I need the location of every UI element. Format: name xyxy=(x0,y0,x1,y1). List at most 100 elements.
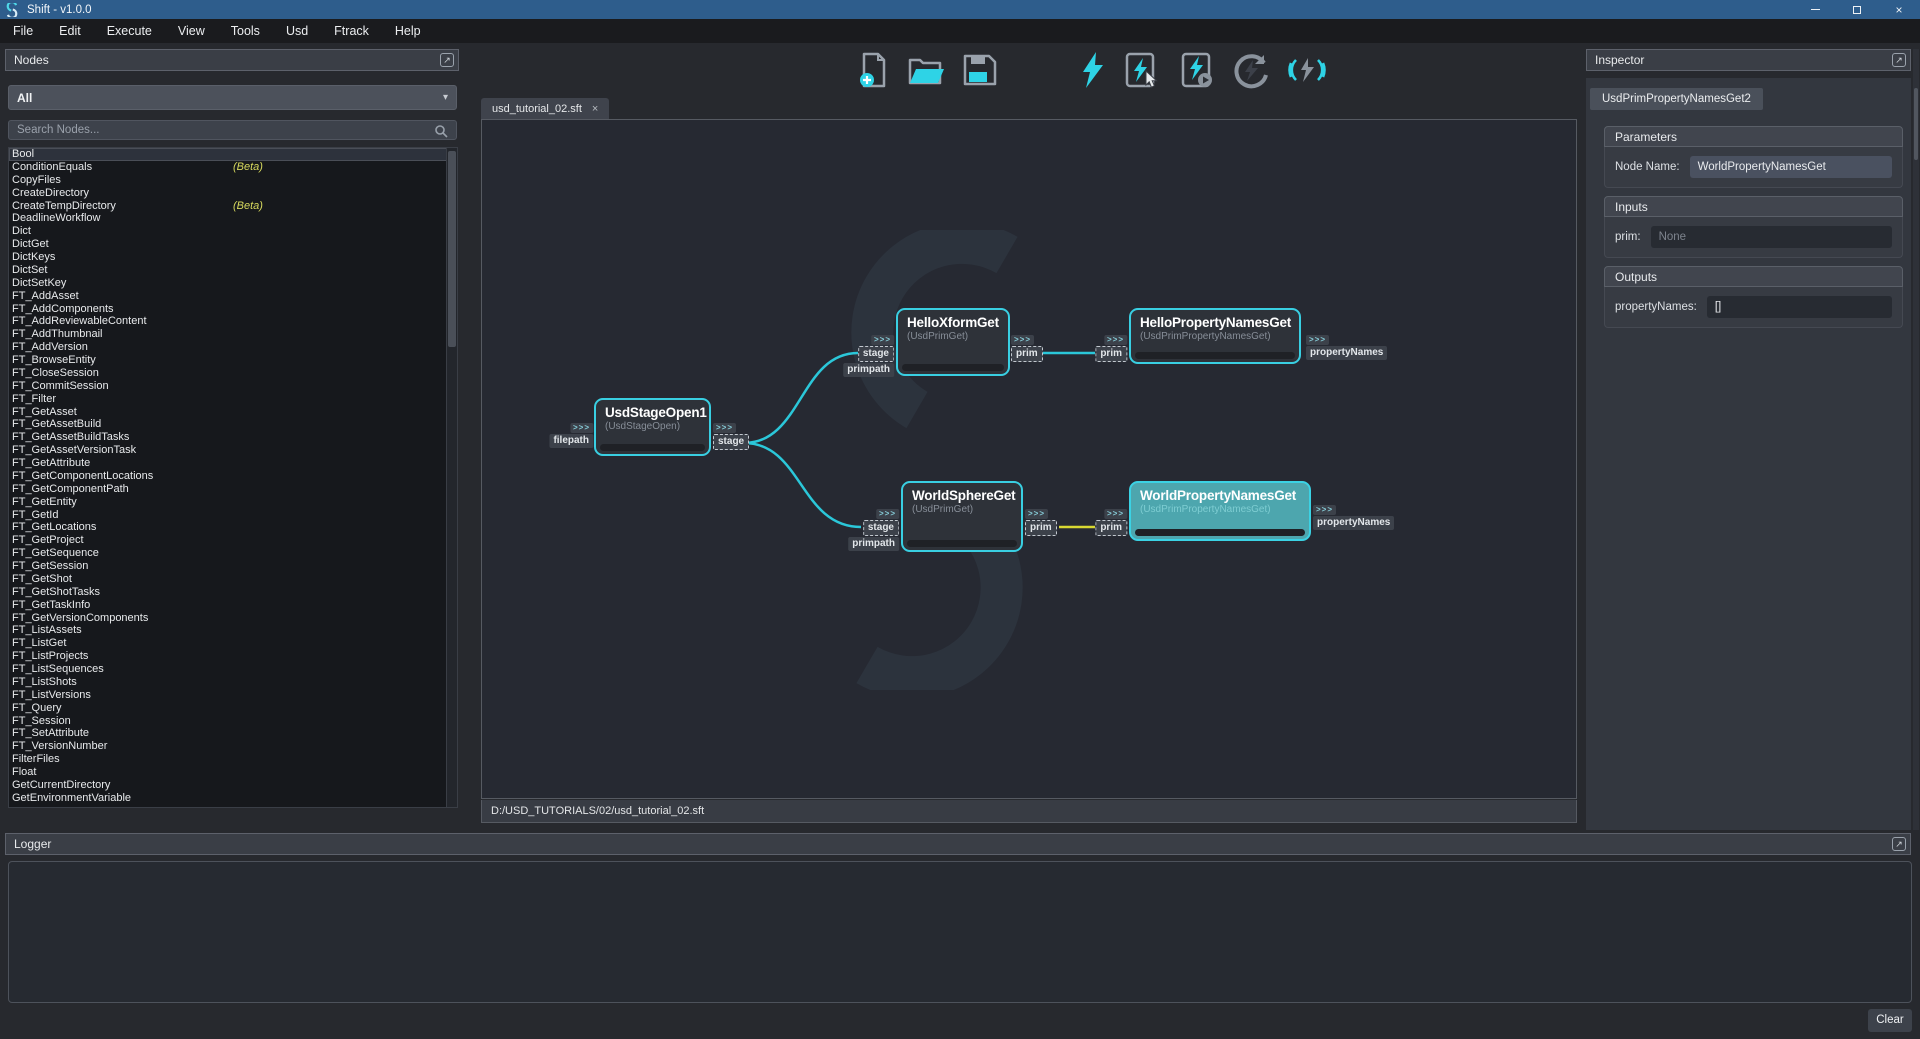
save-graph-button[interactable] xyxy=(958,50,1000,90)
scrollbar-thumb[interactable] xyxy=(448,151,456,347)
graph-node-worldpropertynamesget-selected[interactable]: WorldPropertyNamesGet (UsdPrimPropertyNa… xyxy=(1129,481,1311,541)
node-type-item[interactable]: FT_ListProjects xyxy=(9,650,457,663)
menu-item-usd[interactable]: Usd xyxy=(273,19,321,43)
node-type-item[interactable]: FT_GetSequence xyxy=(9,547,457,560)
node-type-item[interactable]: FT_GetComponentPath xyxy=(9,483,457,496)
node-type-item[interactable]: FT_SetAttribute xyxy=(9,727,457,740)
node-type-item[interactable]: DictSetKey xyxy=(9,277,457,290)
execute-button[interactable] xyxy=(1072,50,1114,90)
node-type-item[interactable]: FT_Session xyxy=(9,715,457,728)
node-type-item[interactable]: FT_AddReviewableContent xyxy=(9,315,457,328)
scrollbar-thumb[interactable] xyxy=(1914,88,1918,160)
node-type-item[interactable]: FilterFiles xyxy=(9,753,457,766)
popout-icon[interactable]: ↗ xyxy=(1892,837,1906,851)
node-type-item[interactable]: DeadlineWorkflow xyxy=(9,212,457,225)
node-type-item[interactable]: FT_AddComponents xyxy=(9,303,457,316)
connection-stage-helloxformget[interactable] xyxy=(744,353,858,443)
open-graph-button[interactable] xyxy=(905,50,947,90)
node-type-item[interactable]: DictSet xyxy=(9,264,457,277)
popout-icon[interactable]: ↗ xyxy=(440,53,454,67)
node-type-item[interactable]: FT_AddAsset xyxy=(9,290,457,303)
execute-from-node-button[interactable] xyxy=(1176,50,1218,90)
node-type-item[interactable]: Dict xyxy=(9,225,457,238)
menu-item-help[interactable]: Help xyxy=(382,19,434,43)
node-type-item[interactable]: FT_GetShot xyxy=(9,573,457,586)
node-type-item[interactable]: FT_GetShotTasks xyxy=(9,586,457,599)
node-filter-dropdown[interactable]: All ▾ xyxy=(8,85,457,110)
port-stage-output[interactable]: >>> stage xyxy=(713,423,749,450)
port-propertynames-output[interactable]: >>> propertyNames xyxy=(1313,505,1394,530)
node-list-scrollbar[interactable] xyxy=(446,148,457,807)
node-type-item[interactable]: FT_VersionNumber xyxy=(9,740,457,753)
node-type-item[interactable]: FT_AddThumbnail xyxy=(9,328,457,341)
node-type-item[interactable]: FT_GetId xyxy=(9,509,457,522)
node-type-item[interactable]: FT_GetAssetBuild xyxy=(9,418,457,431)
node-graph-canvas[interactable]: >>> filepath >>> stage >>> stage primpat… xyxy=(481,119,1577,799)
node-type-item[interactable]: GetEnvironmentVariable xyxy=(9,792,457,805)
graph-node-usdstageopen1[interactable]: UsdStageOpen1 (UsdStageOpen) xyxy=(594,398,711,456)
node-type-item[interactable]: FT_CloseSession xyxy=(9,367,457,380)
node-type-item[interactable]: FT_GetEntity xyxy=(9,496,457,509)
node-type-item[interactable]: DictGet xyxy=(9,238,457,251)
node-type-item[interactable]: Float xyxy=(9,766,457,779)
node-type-item[interactable]: FT_ListSequences xyxy=(9,663,457,676)
node-type-item[interactable]: FT_ListAssets xyxy=(9,624,457,637)
new-graph-button[interactable] xyxy=(853,50,895,90)
logger-output-area[interactable] xyxy=(8,861,1912,1003)
menu-item-view[interactable]: View xyxy=(165,19,218,43)
node-type-item[interactable]: FT_GetSession xyxy=(9,560,457,573)
maximize-button[interactable] xyxy=(1836,0,1878,19)
node-type-item[interactable]: CreateDirectory xyxy=(9,187,457,200)
clear-logger-button[interactable]: Clear xyxy=(1868,1009,1912,1032)
node-type-item[interactable]: FT_Filter xyxy=(9,393,457,406)
menu-item-execute[interactable]: Execute xyxy=(94,19,165,43)
node-type-item[interactable]: FT_GetTaskInfo xyxy=(9,599,457,612)
port-stage-primpath-inputs[interactable]: >>> stage primpath xyxy=(843,335,894,377)
close-button[interactable]: × xyxy=(1878,0,1920,19)
node-type-item[interactable]: DictKeys xyxy=(9,251,457,264)
tab-close-icon[interactable]: × xyxy=(592,103,598,115)
menu-item-file[interactable]: File xyxy=(0,19,46,43)
tab-usd-tutorial-02[interactable]: usd_tutorial_02.sft × xyxy=(481,98,609,119)
graph-node-hellopropertynamesget[interactable]: HelloPropertyNamesGet (UsdPrimPropertyNa… xyxy=(1129,308,1301,364)
node-type-item[interactable]: FT_GetProject xyxy=(9,534,457,547)
port-propertynames-output[interactable]: >>> propertyNames xyxy=(1306,335,1387,360)
search-input[interactable]: Search Nodes... xyxy=(8,120,457,140)
node-type-item[interactable]: FT_GetVersionComponents xyxy=(9,612,457,625)
port-prim-output[interactable]: >>> prim xyxy=(1025,509,1057,536)
execute-selected-button[interactable] xyxy=(1120,50,1162,90)
inspected-node-id[interactable]: UsdPrimPropertyNamesGet2 xyxy=(1590,88,1763,110)
node-type-item[interactable]: ConditionEquals(Beta) xyxy=(9,161,457,174)
graph-node-helloxformget[interactable]: HelloXformGet (UsdPrimGet) xyxy=(896,308,1010,376)
re-execute-button[interactable] xyxy=(1230,50,1272,90)
port-prim-output[interactable]: >>> prim xyxy=(1011,335,1043,362)
node-type-item[interactable]: CopyFiles xyxy=(9,174,457,187)
node-type-item[interactable]: FT_GetAsset xyxy=(9,406,457,419)
prim-field[interactable]: None xyxy=(1651,226,1892,248)
port-prim-input[interactable]: >>> prim xyxy=(1095,509,1127,536)
node-type-item[interactable]: FT_GetAssetVersionTask xyxy=(9,444,457,457)
node-name-field[interactable]: WorldPropertyNamesGet xyxy=(1690,156,1892,178)
node-type-item[interactable]: FT_GetLocations xyxy=(9,521,457,534)
menu-item-edit[interactable]: Edit xyxy=(46,19,94,43)
propertynames-field[interactable]: [] xyxy=(1707,296,1892,318)
node-type-item[interactable]: CreateTempDirectory(Beta) xyxy=(9,200,457,213)
popout-icon[interactable]: ↗ xyxy=(1892,53,1906,67)
node-type-item[interactable]: FT_ListShots xyxy=(9,676,457,689)
node-type-item[interactable]: GetCurrentDirectory xyxy=(9,779,457,792)
port-prim-input[interactable]: >>> prim xyxy=(1095,335,1127,362)
inspector-scrollbar[interactable] xyxy=(1913,49,1919,830)
node-type-item[interactable]: FT_ListVersions xyxy=(9,689,457,702)
node-type-item[interactable]: FT_GetAssetBuildTasks xyxy=(9,431,457,444)
node-type-item[interactable]: FT_BrowseEntity xyxy=(9,354,457,367)
minimize-button[interactable] xyxy=(1794,0,1836,19)
port-stage-primpath-inputs[interactable]: >>> stage primpath xyxy=(848,509,899,551)
graph-node-worldsphereget[interactable]: WorldSphereGet (UsdPrimGet) xyxy=(901,481,1023,552)
menu-item-tools[interactable]: Tools xyxy=(218,19,273,43)
connection-stage-worldsphereget[interactable] xyxy=(744,443,861,527)
node-type-item[interactable]: FT_GetAttribute xyxy=(9,457,457,470)
node-type-item[interactable]: Bool xyxy=(9,148,457,161)
node-type-item[interactable]: FT_Query xyxy=(9,702,457,715)
node-type-item[interactable]: FT_AddVersion xyxy=(9,341,457,354)
menu-item-ftrack[interactable]: Ftrack xyxy=(321,19,382,43)
